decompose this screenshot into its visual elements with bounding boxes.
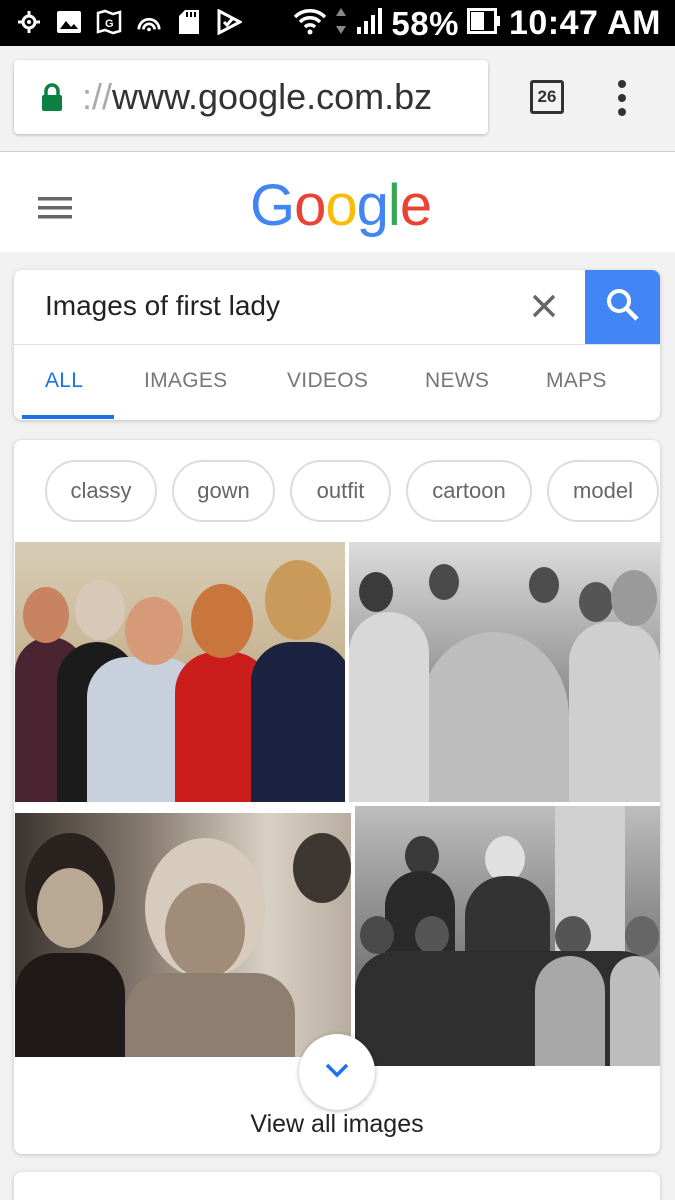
image-result-1[interactable] (15, 542, 345, 802)
tab-news[interactable]: NEWS (425, 369, 489, 393)
wifi-icon (293, 7, 327, 40)
sd-card-icon (176, 8, 202, 36)
figure (569, 622, 660, 802)
browser-toolbar: ://www.google.com.bz 26 (0, 46, 675, 152)
status-bar: G 58% 10:47 AM (0, 0, 675, 46)
settings-notification-icon (16, 8, 42, 36)
figure (610, 956, 660, 1066)
url-text[interactable]: ://www.google.com.bz (82, 76, 432, 118)
image-result-3[interactable] (15, 813, 351, 1057)
tab-images[interactable]: IMAGES (144, 369, 227, 393)
chip-model[interactable]: model (547, 460, 659, 522)
figure (529, 567, 559, 603)
logo-letter: e (399, 173, 432, 238)
figure (579, 582, 613, 622)
web-page: Google Images of first lady ALL IMAGES V… (0, 152, 675, 1200)
clear-icon[interactable] (530, 292, 558, 320)
figure (405, 836, 439, 876)
battery-percent: 58% (391, 4, 459, 42)
figure (429, 564, 459, 600)
figure (23, 587, 69, 643)
figure (293, 833, 351, 903)
search-button[interactable] (585, 270, 660, 344)
figure (251, 642, 345, 802)
hotspot-icon (136, 8, 162, 36)
search-card: Images of first lady ALL IMAGES VIDEOS N… (14, 270, 660, 420)
logo-letter: G (250, 173, 295, 238)
figure (611, 570, 657, 626)
image-result-2[interactable] (349, 542, 660, 802)
svg-text:G: G (105, 18, 114, 30)
google-logo[interactable]: Google (250, 172, 432, 239)
tab-videos[interactable]: VIDEOS (287, 369, 368, 393)
search-input[interactable]: Images of first lady (45, 290, 280, 322)
figure (125, 597, 183, 665)
figure (625, 916, 659, 956)
logo-letter: o (294, 173, 326, 238)
logo-letter: g (356, 173, 389, 238)
figure (265, 560, 331, 640)
tabs-icon[interactable]: 26 (530, 80, 564, 114)
clock: 10:47 AM (508, 4, 661, 42)
address-bar[interactable]: ://www.google.com.bz (14, 60, 488, 134)
view-all-images-link[interactable]: View all images (14, 1110, 660, 1139)
figure (15, 953, 125, 1057)
figure (360, 916, 394, 954)
tab-count: 26 (537, 87, 557, 106)
logo-letter: l (387, 173, 401, 238)
battery-icon (466, 8, 501, 39)
figure (555, 916, 591, 956)
url-scheme: :// (82, 76, 113, 117)
lock-icon[interactable] (40, 82, 64, 112)
search-icon (605, 287, 641, 328)
tab-all[interactable]: ALL (45, 369, 83, 393)
figure (165, 883, 245, 978)
figure (535, 956, 605, 1066)
tasks-icon (216, 8, 242, 36)
figure (75, 580, 125, 640)
data-arrows-icon (335, 6, 347, 41)
overflow-menu-icon[interactable] (612, 78, 632, 118)
url-host: www.google.com.bz (112, 76, 433, 117)
table (419, 632, 569, 802)
hamburger-menu-icon[interactable] (38, 194, 74, 222)
chevron-down-icon (324, 1062, 350, 1083)
search-tabs: ALL IMAGES VIDEOS NEWS MAPS (14, 345, 660, 420)
images-card: classy gown outfit cartoon model View al… (14, 440, 660, 1154)
figure (415, 916, 449, 954)
figure (359, 572, 393, 612)
expand-images-button[interactable] (299, 1034, 375, 1110)
active-tab-indicator (22, 415, 114, 419)
next-result-card (14, 1172, 660, 1200)
logo-letter: o (325, 173, 357, 238)
image-result-4[interactable] (355, 806, 660, 1066)
refinement-chips: classy gown outfit cartoon model (14, 460, 660, 524)
tab-maps[interactable]: MAPS (546, 369, 607, 393)
chip-cartoon[interactable]: cartoon (406, 460, 532, 522)
figure (37, 868, 103, 948)
chip-classy[interactable]: classy (45, 460, 157, 522)
chip-outfit[interactable]: outfit (290, 460, 391, 522)
figure (191, 584, 253, 658)
figure (125, 973, 295, 1057)
maps-notification-icon: G (96, 8, 122, 36)
chip-gown[interactable]: gown (172, 460, 275, 522)
signal-icon (355, 7, 383, 40)
image-icon (56, 8, 82, 36)
figure (349, 612, 429, 802)
